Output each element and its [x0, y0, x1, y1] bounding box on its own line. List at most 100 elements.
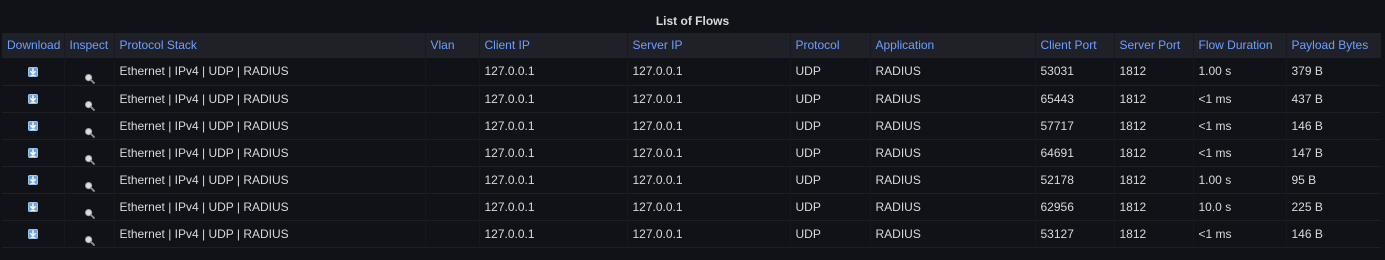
flow-duration-cell: 10.0 s [1193, 193, 1287, 220]
magnifier-icon[interactable] [84, 94, 95, 112]
client-ip-cell: 127.0.0.1 [479, 58, 628, 85]
server-ip-cell: 127.0.0.1 [627, 85, 791, 112]
inspect-cell [64, 139, 115, 166]
vlan-cell [425, 220, 480, 247]
table-row: Ethernet | IPv4 | UDP | RADIUS 127.0.0.1… [2, 112, 1381, 139]
download-icon[interactable] [27, 175, 38, 186]
payload-bytes-cell: 146 B [1291, 118, 1323, 133]
magnifier-icon[interactable] [84, 67, 95, 84]
download-icon[interactable] [27, 202, 38, 213]
client-port-cell: 53127 [1035, 220, 1115, 247]
server-port-cell: 1812 [1114, 193, 1194, 220]
server-port-cell: 1812 [1114, 58, 1194, 85]
client-ip-cell: 127.0.0.1 [479, 85, 628, 112]
column-header-server-port[interactable]: Server Port [1114, 33, 1194, 58]
client-port-cell: 62956 [1035, 193, 1115, 220]
column-header-client-ip[interactable]: Client IP [479, 33, 628, 58]
flow-duration-cell: 1.00 s [1193, 166, 1287, 193]
table-body: Ethernet | IPv4 | UDP | RADIUS 127.0.0.1… [2, 58, 1381, 247]
protocol-cell: UDP [790, 166, 871, 193]
server-port-cell: 1812 [1114, 166, 1194, 193]
server-ip-cell: 127.0.0.1 [627, 220, 791, 247]
client-ip-cell: 127.0.0.1 [479, 193, 628, 220]
protocol-cell: UDP [790, 85, 871, 112]
download-icon[interactable] [27, 67, 38, 78]
client-ip-cell: 127.0.0.1 [479, 220, 628, 247]
download-icon[interactable] [27, 94, 38, 105]
flows-table: Download Inspect Protocol Stack Vlan Cli… [2, 33, 1381, 248]
table-row: Ethernet | IPv4 | UDP | RADIUS 127.0.0.1… [2, 220, 1381, 247]
vlan-cell [425, 58, 480, 85]
vlan-cell [425, 112, 480, 139]
server-port-cell: 1812 [1114, 139, 1194, 166]
flow-duration-cell: <1 ms [1193, 139, 1287, 166]
payload-bytes-cell: 147 B [1291, 145, 1323, 160]
protocol-stack-cell: Ethernet | IPv4 | UDP | RADIUS [114, 85, 426, 112]
application-cell: RADIUS [870, 193, 1036, 220]
download-cell [2, 220, 65, 247]
column-header-protocol[interactable]: Protocol [790, 33, 871, 58]
application-cell: RADIUS [870, 58, 1036, 85]
payload-bytes-cell: 95 B [1291, 172, 1317, 187]
flow-duration-cell: 1.00 s [1193, 58, 1287, 85]
application-cell: RADIUS [870, 85, 1036, 112]
application-cell: RADIUS [870, 139, 1036, 166]
application-cell: RADIUS [870, 112, 1036, 139]
column-header-protocol-stack[interactable]: Protocol Stack [114, 33, 426, 58]
download-cell [2, 58, 65, 85]
vlan-cell [425, 139, 480, 166]
panel-title: List of Flows [655, 14, 730, 28]
inspect-cell [64, 220, 115, 247]
column-header-client-port[interactable]: Client Port [1035, 33, 1115, 58]
server-ip-cell: 127.0.0.1 [627, 139, 791, 166]
protocol-stack-cell: Ethernet | IPv4 | UDP | RADIUS [114, 166, 426, 193]
table-header-row: Download Inspect Protocol Stack Vlan Cli… [2, 33, 1381, 58]
vlan-cell [425, 85, 480, 112]
protocol-stack-cell: Ethernet | IPv4 | UDP | RADIUS [114, 112, 426, 139]
column-header-flow-duration[interactable]: Flow Duration [1193, 33, 1287, 58]
magnifier-icon[interactable] [84, 202, 95, 220]
application-cell: RADIUS [870, 220, 1036, 247]
application-cell: RADIUS [870, 166, 1036, 193]
table-row: Ethernet | IPv4 | UDP | RADIUS 127.0.0.1… [2, 58, 1381, 85]
column-header-server-ip[interactable]: Server IP [627, 33, 791, 58]
flow-duration-cell: <1 ms [1193, 85, 1287, 112]
protocol-cell: UDP [790, 139, 871, 166]
table-row: Ethernet | IPv4 | UDP | RADIUS 127.0.0.1… [2, 139, 1381, 166]
protocol-stack-cell: Ethernet | IPv4 | UDP | RADIUS [114, 193, 426, 220]
client-ip-cell: 127.0.0.1 [479, 139, 628, 166]
column-header-vlan[interactable]: Vlan [425, 33, 480, 58]
flows-panel: List of Flows Download Inspect Protocol … [0, 0, 1385, 260]
magnifier-icon[interactable] [84, 121, 95, 139]
server-ip-cell: 127.0.0.1 [627, 58, 791, 85]
inspect-cell [64, 58, 115, 85]
column-header-inspect[interactable]: Inspect [64, 33, 115, 58]
download-cell [2, 85, 65, 112]
magnifier-icon[interactable] [84, 175, 95, 193]
flow-duration-cell: <1 ms [1193, 112, 1287, 139]
client-ip-cell: 127.0.0.1 [479, 166, 628, 193]
inspect-cell [64, 193, 115, 220]
download-cell [2, 112, 65, 139]
download-icon[interactable] [27, 121, 38, 132]
client-port-cell: 57717 [1035, 112, 1115, 139]
column-header-application[interactable]: Application [870, 33, 1036, 58]
magnifier-icon[interactable] [84, 229, 95, 247]
vlan-cell [425, 193, 480, 220]
download-icon[interactable] [27, 229, 38, 240]
column-header-download[interactable]: Download [2, 33, 65, 58]
inspect-cell [64, 85, 115, 112]
protocol-stack-cell: Ethernet | IPv4 | UDP | RADIUS [114, 220, 426, 247]
client-port-cell: 64691 [1035, 139, 1115, 166]
client-ip-cell: 127.0.0.1 [479, 112, 628, 139]
column-header-payload-bytes[interactable]: Payload Bytes [1286, 33, 1381, 58]
magnifier-icon[interactable] [84, 148, 95, 166]
protocol-cell: UDP [790, 193, 871, 220]
download-icon[interactable] [27, 148, 38, 159]
table-row: Ethernet | IPv4 | UDP | RADIUS 127.0.0.1… [2, 166, 1381, 193]
protocol-cell: UDP [790, 58, 871, 85]
table-row: Ethernet | IPv4 | UDP | RADIUS 127.0.0.1… [2, 193, 1381, 220]
server-port-cell: 1812 [1114, 85, 1194, 112]
table-row: Ethernet | IPv4 | UDP | RADIUS 127.0.0.1… [2, 85, 1381, 112]
protocol-stack-cell: Ethernet | IPv4 | UDP | RADIUS [114, 139, 426, 166]
